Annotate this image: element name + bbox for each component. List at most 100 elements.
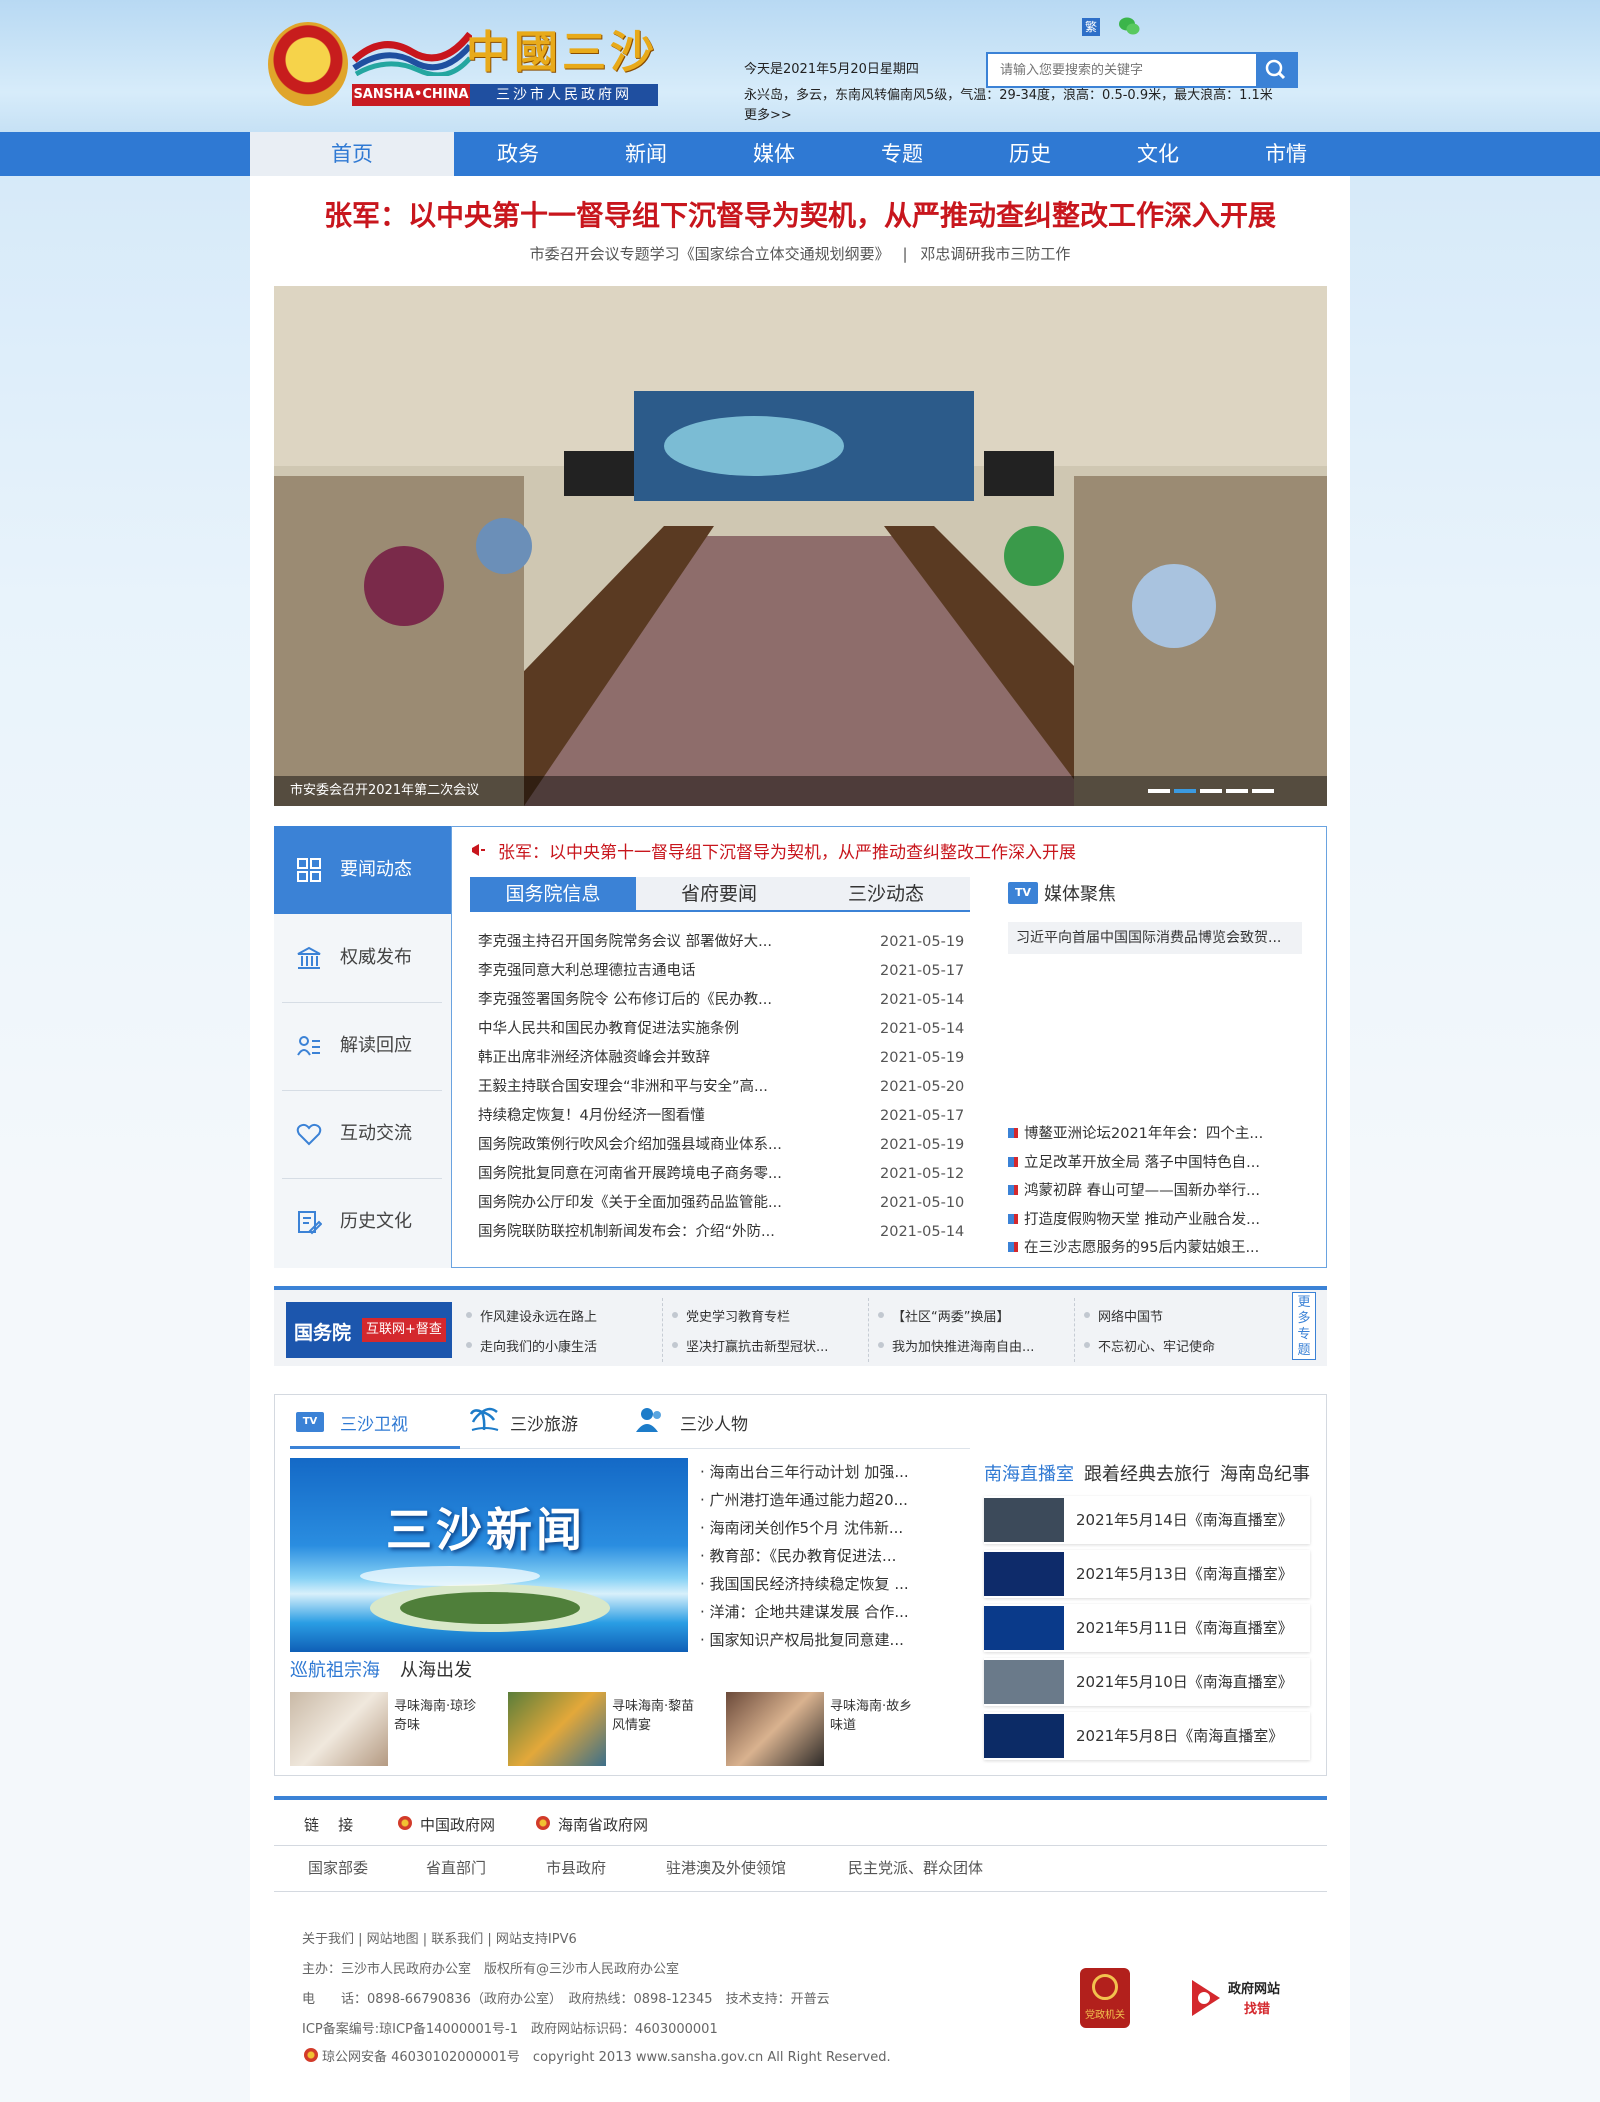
feature-caption-link[interactable]: 从海出发 xyxy=(400,1656,472,1682)
news-item-title[interactable]: 李克强同意大利总理德拉吉通电话 xyxy=(478,957,808,986)
feature-caption-link[interactable]: 巡航祖宗海 xyxy=(290,1656,380,1682)
media-news-item[interactable]: · 国家知识产权局批复同意建... xyxy=(700,1626,930,1654)
slide-dot[interactable] xyxy=(1252,789,1274,793)
link-category[interactable]: 民主党派、群众团体 xyxy=(848,1857,983,1878)
nav-history[interactable]: 历史 xyxy=(966,132,1094,176)
media-news-item[interactable]: · 广州港打造年通过能力超20... xyxy=(700,1486,930,1514)
link-category[interactable]: 国家部委 xyxy=(308,1857,368,1878)
link-category[interactable]: 省直部门 xyxy=(426,1857,486,1878)
news-item-title[interactable]: 王毅主持联合国安理会“非洲和平与安全”高... xyxy=(478,1073,808,1102)
side-item-interpretation[interactable]: 解读回应 xyxy=(274,1002,451,1090)
news-list-item[interactable]: 李克强签署国务院令 公布修订后的《民办教... 2021-05-14 xyxy=(478,986,968,1015)
hainan-gov-link[interactable]: 海南省政府网 xyxy=(558,1814,648,1835)
media-focus-item[interactable]: 打造度假购物天堂 推动产业融合发... xyxy=(1008,1206,1308,1234)
news-item-title[interactable]: 国务院办公厅印发《关于全面加强药品监管能... xyxy=(478,1189,808,1218)
media-news-title[interactable]: 海南闭关创作5个月 沈伟新... xyxy=(710,1519,904,1537)
thumb-caption[interactable]: 寻味海南·琼珍奇味 xyxy=(394,1697,478,1735)
media-focus-item[interactable]: 鸿蒙初辟 春山可望——国新办举行... xyxy=(1008,1177,1308,1205)
media-focus-item[interactable]: 立足改革开放全局 落子中国特色自... xyxy=(1008,1149,1308,1177)
news-item-title[interactable]: 国务院联防联控机制新闻发布会：介绍“外防... xyxy=(478,1218,808,1247)
special-topic-link[interactable]: 党史学习教育专栏 xyxy=(686,1306,790,1325)
media-focus-feature[interactable]: 习近平向首届中国国际消费品博览会致贺... xyxy=(1008,922,1302,954)
news-item-title[interactable]: 国务院批复同意在河南省开展跨境电子商务零... xyxy=(478,1160,808,1189)
tab-sansha-tv[interactable]: 三沙卫视 xyxy=(340,1410,408,1435)
thumb-image[interactable] xyxy=(290,1692,388,1766)
news-list-item[interactable]: 中华人民共和国民办教育促进法实施条例 2021-05-14 xyxy=(478,1015,968,1044)
weather-more-link[interactable]: 更多>> xyxy=(744,108,792,123)
news-item-title[interactable]: 持续稳定恢复！4月份经济一图看懂 xyxy=(478,1102,808,1131)
media-focus-item-title[interactable]: 鸿蒙初辟 春山可望——国新办举行... xyxy=(1024,1183,1260,1199)
sansha-news-feature-image[interactable]: 三沙新闻 xyxy=(290,1458,688,1652)
search-input[interactable] xyxy=(988,54,1258,86)
tab-sansha-news[interactable]: 三沙动态 xyxy=(802,877,970,911)
party-government-badge[interactable]: 党政机关 xyxy=(1080,1968,1130,2028)
media-focus-title[interactable]: 媒体聚焦 xyxy=(1044,880,1116,906)
news-item-title[interactable]: 中华人民共和国民办教育促进法实施条例 xyxy=(478,1015,808,1044)
media-focus-item-title[interactable]: 在三沙志愿服务的95后内蒙姑娘王... xyxy=(1024,1240,1259,1256)
nav-news[interactable]: 新闻 xyxy=(582,132,710,176)
media-news-item[interactable]: · 海南闭关创作5个月 沈伟新... xyxy=(700,1514,930,1542)
news-list-item[interactable]: 韩正出席非洲经济体融资峰会并致辞 2021-05-19 xyxy=(478,1044,968,1073)
slider-photo[interactable] xyxy=(274,286,1327,806)
thumb-image[interactable] xyxy=(508,1692,606,1766)
side-item-interaction[interactable]: 互动交流 xyxy=(274,1090,451,1178)
live-broadcast-item[interactable]: 2021年5月8日《南海直播室》 xyxy=(984,1712,1310,1760)
media-news-title[interactable]: 广州港打造年通过能力超20... xyxy=(710,1491,908,1509)
media-news-title[interactable]: 教育部：《民办教育促进法... xyxy=(710,1547,897,1565)
news-list-item[interactable]: 持续稳定恢复！4月份经济一图看懂 2021-05-17 xyxy=(478,1102,968,1131)
special-topic-link[interactable]: 我为加快推进海南自由... xyxy=(892,1336,1034,1355)
news-list-item[interactable]: 李克强同意大利总理德拉吉通电话 2021-05-17 xyxy=(478,957,968,986)
news-item-title[interactable]: 韩正出席非洲经济体融资峰会并致辞 xyxy=(478,1044,808,1073)
special-topic-link[interactable]: 作风建设永远在路上 xyxy=(480,1306,597,1325)
tab-state-council[interactable]: 国务院信息 xyxy=(470,877,636,911)
side-item-key-news[interactable]: 要闻动态 xyxy=(274,826,451,914)
live-broadcast-title[interactable]: 2021年5月14日《南海直播室》 xyxy=(1076,1496,1293,1544)
nav-government-affairs[interactable]: 政务 xyxy=(454,132,582,176)
media-news-item[interactable]: · 我国国民经济持续稳定恢复 ... xyxy=(700,1570,930,1598)
site-logo-title[interactable]: 中國三沙 xyxy=(466,16,658,80)
live-broadcast-item[interactable]: 2021年5月13日《南海直播室》 xyxy=(984,1550,1310,1598)
live-broadcast-title[interactable]: 2021年5月13日《南海直播室》 xyxy=(1076,1550,1293,1598)
news-list-item[interactable]: 国务院联防联控机制新闻发布会：介绍“外防... 2021-05-14 xyxy=(478,1218,968,1247)
live-broadcast-item[interactable]: 2021年5月14日《南海直播室》 xyxy=(984,1496,1310,1544)
nav-home[interactable]: 首页 xyxy=(250,132,454,176)
hot-news-link[interactable]: 张军：以中央第十一督导组下沉督导为契机，从严推动查纠整改工作深入开展 xyxy=(498,838,1076,863)
media-news-item[interactable]: · 教育部：《民办教育促进法... xyxy=(700,1542,930,1570)
tab-sansha-people[interactable]: 三沙人物 xyxy=(680,1410,748,1435)
media-focus-item[interactable]: 在三沙志愿服务的95后内蒙姑娘王... xyxy=(1008,1234,1308,1262)
special-topic-link[interactable]: 网络中国节 xyxy=(1098,1306,1163,1325)
media-news-item[interactable]: · 洋浦：企地共建谋发展 合作... xyxy=(700,1598,930,1626)
live-broadcast-item[interactable]: 2021年5月10日《南海直播室》 xyxy=(984,1658,1310,1706)
live-broadcast-title[interactable]: 2021年5月8日《南海直播室》 xyxy=(1076,1712,1283,1760)
top-headline[interactable]: 张军：以中央第十一督导组下沉督导为契机，从严推动查纠整改工作深入开展 xyxy=(250,194,1350,234)
sub-headline-link[interactable]: 邓忠调研我市三防工作 xyxy=(920,245,1070,263)
news-item-title[interactable]: 国务院政策例行吹风会介绍加强县域商业体系... xyxy=(478,1131,808,1160)
media-news-title[interactable]: 国家知识产权局批复同意建... xyxy=(710,1631,904,1649)
slide-dot[interactable] xyxy=(1148,789,1170,793)
special-topic-link[interactable]: 坚决打赢抗击新型冠状... xyxy=(686,1336,828,1355)
state-council-supervision-logo[interactable]: 国务院 互联网+督查 xyxy=(286,1302,452,1358)
link-category[interactable]: 市县政府 xyxy=(546,1857,606,1878)
news-list-item[interactable]: 国务院办公厅印发《关于全面加强药品监管能... 2021-05-10 xyxy=(478,1189,968,1218)
special-topic-link[interactable]: 不忘初心、牢记使命 xyxy=(1098,1336,1215,1355)
more-topics-button[interactable]: 更多专题 xyxy=(1292,1292,1316,1360)
media-focus-item-title[interactable]: 博鳌亚洲论坛2021年年会：四个主... xyxy=(1024,1126,1263,1142)
media-focus-item-title[interactable]: 立足改革开放全局 落子中国特色自... xyxy=(1024,1155,1260,1171)
media-news-title[interactable]: 海南出台三年行动计划 加强... xyxy=(710,1463,909,1481)
media-news-item[interactable]: · 海南出台三年行动计划 加强... xyxy=(700,1458,930,1486)
tab-classic-travel[interactable]: 跟着经典去旅行 xyxy=(1084,1460,1210,1486)
news-list-item[interactable]: 国务院批复同意在河南省开展跨境电子商务零... 2021-05-12 xyxy=(478,1160,968,1189)
special-topic-link[interactable]: 【社区“两委”换届】 xyxy=(892,1306,1009,1325)
media-news-title[interactable]: 我国国民经济持续稳定恢复 ... xyxy=(710,1575,909,1593)
slide-dot[interactable] xyxy=(1226,789,1248,793)
nav-culture[interactable]: 文化 xyxy=(1094,132,1222,176)
traditional-chinese-toggle[interactable]: 繁 xyxy=(1082,18,1100,36)
tab-provincial-news[interactable]: 省府要闻 xyxy=(636,877,802,911)
side-item-history-culture[interactable]: 历史文化 xyxy=(274,1178,451,1266)
slide-dot[interactable] xyxy=(1200,789,1222,793)
news-item-title[interactable]: 李克强主持召开国务院常务会议 部署做好大... xyxy=(478,928,808,957)
report-error-badge[interactable]: 政府网站 找错 xyxy=(1190,1974,1300,2020)
footer-links[interactable]: 关于我们 | 网站地图 | 联系我们 | 网站支持IPV6 xyxy=(302,1928,577,1947)
thumb-caption[interactable]: 寻味海南·黎苗风情宴 xyxy=(612,1697,696,1735)
live-broadcast-item[interactable]: 2021年5月11日《南海直播室》 xyxy=(984,1604,1310,1652)
